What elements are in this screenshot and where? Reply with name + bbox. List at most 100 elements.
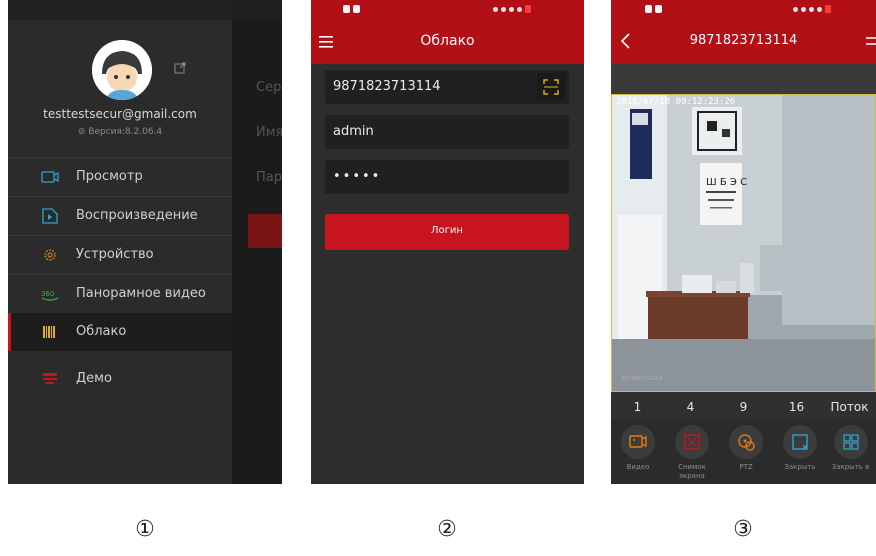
gear-icon — [44, 249, 56, 261]
notification-icon — [343, 5, 350, 13]
screen-cloud-login: Облако 9871823713114 admin ••••• Логин — [311, 0, 584, 484]
menu-item-demo[interactable]: Демо — [8, 360, 232, 398]
signal-icon — [793, 6, 798, 12]
user-email: testtestsecur@gmail.com — [43, 107, 197, 121]
split-screen-tabs: 1 4 9 16 Поток — [611, 393, 876, 421]
app-bar: Облако — [311, 20, 584, 64]
step-number-1: ① — [135, 517, 155, 542]
tool-label: Снимок экрана — [678, 463, 706, 480]
notification-icon — [655, 5, 662, 13]
menu-label: Устройство — [76, 247, 154, 262]
tool-label: Закрыть — [784, 463, 816, 471]
status-right-icons — [793, 4, 831, 14]
wifi-icon — [801, 6, 806, 12]
status-bar — [311, 0, 584, 20]
video-record-button[interactable]: Видео — [611, 425, 665, 472]
serial-value: 9871823713114 — [333, 79, 441, 94]
device-title: 9871823713114 — [689, 33, 798, 48]
tab-split-1[interactable]: 1 — [611, 393, 664, 421]
wifi-icon — [501, 6, 506, 12]
signal-icon — [493, 6, 498, 12]
video-viewport[interactable]: Ш Б Э С 2018/07/18 09:12:23:26 — [611, 94, 876, 392]
menu-label: Облако — [76, 324, 127, 339]
alarm-icon — [809, 6, 814, 12]
login-label: Логин — [431, 225, 463, 236]
tool-label: PTZ — [739, 463, 753, 471]
camera-icon — [41, 171, 59, 183]
background-serial-field: Сер — [256, 80, 282, 95]
background-login-button — [248, 214, 282, 248]
menu-label: Панорамное видео — [76, 286, 206, 301]
status-left-icons — [645, 4, 662, 14]
app-version-text: Версия:8.2.06.4 — [88, 127, 163, 137]
background-password-field: Пар — [256, 170, 282, 185]
menu-item-live-view[interactable]: Просмотр — [8, 157, 232, 196]
ptz-button[interactable]: PTZ — [719, 425, 773, 472]
switch-stream-icon[interactable] — [866, 34, 876, 48]
bottom-toolbar: Видео Снимок экрана PTZ Закрыть Закрыть … — [611, 421, 876, 484]
panorama-360-icon: 360 — [41, 290, 59, 301]
close-all-icon — [842, 434, 859, 450]
close-window-button[interactable]: Закрыть — [773, 425, 827, 472]
close-all-button[interactable]: Закрыть в — [825, 425, 876, 472]
menu-label: Демо — [76, 371, 112, 386]
alarm-icon — [509, 6, 514, 12]
screen-side-menu: Сер Имя Пар testtestsecur@gmail.com ⊘ Ве… — [8, 0, 282, 484]
status-left-icons — [343, 4, 360, 14]
screen-live-view: 9871823713114 Ш Б Э С 2018/07/18 09:12:2… — [611, 0, 876, 484]
edit-profile-icon[interactable] — [174, 62, 186, 74]
cloud-icon — [43, 326, 55, 338]
video-record-icon — [629, 435, 647, 448]
login-button[interactable]: Логин — [325, 214, 569, 250]
version-icon: ⊘ — [77, 127, 86, 137]
username-value: admin — [333, 124, 374, 139]
app-version: ⊘ Версия:8.2.06.4 — [8, 127, 232, 137]
toolbar-spacer — [611, 64, 876, 94]
qr-scan-icon — [543, 79, 559, 95]
tool-label: Видео — [626, 463, 650, 471]
ptz-icon — [738, 434, 755, 451]
user-avatar-icon — [92, 40, 152, 100]
battery-low-icon — [825, 5, 831, 13]
notification-icon — [353, 5, 360, 13]
osd-timestamp: 2018/07/18 09:12:23:26 — [616, 97, 736, 107]
osd-device-id: 9871823713114 — [621, 376, 663, 382]
menu-label: Воспроизведение — [76, 208, 198, 223]
tab-stream[interactable]: Поток — [823, 393, 876, 421]
tab-split-9[interactable]: 9 — [717, 393, 770, 421]
notification-icon — [645, 5, 652, 13]
menu-item-panorama[interactable]: 360 Панорамное видео — [8, 274, 232, 313]
username-field[interactable]: admin — [325, 115, 569, 149]
scan-qr-button[interactable] — [537, 73, 565, 101]
menu-item-playback[interactable]: Воспроизведение — [8, 196, 232, 235]
step-number-2: ② — [437, 517, 457, 542]
battery-icon — [817, 6, 822, 12]
tab-split-4[interactable]: 4 — [664, 393, 717, 421]
svg-text:360: 360 — [41, 290, 54, 298]
page-title: Облако — [420, 33, 475, 49]
menu-label: Просмотр — [76, 169, 143, 184]
menu-item-device[interactable]: Устройство — [8, 235, 232, 274]
status-bar — [611, 0, 876, 20]
password-field[interactable]: ••••• — [325, 160, 569, 194]
battery-low-icon — [525, 5, 531, 13]
menu-item-cloud[interactable]: Облако — [8, 313, 232, 351]
app-bar: 9871823713114 — [611, 20, 876, 64]
background-username-field: Имя — [256, 125, 282, 140]
tab-split-16[interactable]: 16 — [770, 393, 823, 421]
close-window-icon — [792, 434, 808, 450]
navigation-drawer: testtestsecur@gmail.com ⊘ Версия:8.2.06.… — [8, 0, 232, 484]
tool-label: Закрыть в — [831, 463, 870, 471]
serial-field[interactable]: 9871823713114 — [325, 70, 569, 104]
password-value: ••••• — [333, 169, 382, 184]
playback-icon — [42, 208, 58, 224]
status-right-icons — [493, 4, 531, 14]
demo-icon — [43, 373, 57, 384]
camera-feed-image: Ш Б Э С — [612, 95, 875, 391]
avatar[interactable] — [92, 40, 152, 100]
active-indicator — [8, 313, 11, 351]
step-number-3: ③ — [733, 517, 753, 542]
screenshot-button[interactable]: Снимок экрана — [665, 425, 719, 481]
battery-icon — [517, 6, 522, 12]
svg-text:Ш Б Э С: Ш Б Э С — [706, 177, 747, 188]
